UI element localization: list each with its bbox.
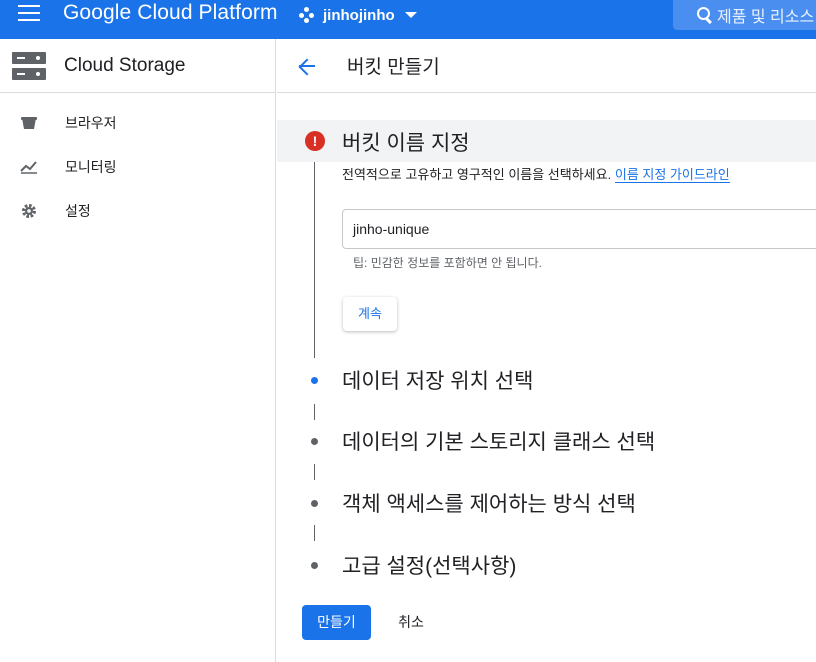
- error-icon: !: [305, 131, 325, 151]
- project-name: jinhojinho: [323, 6, 395, 24]
- step-dot: [311, 562, 318, 569]
- search-bar[interactable]: 제품 및 리소스 검색: [673, 0, 816, 30]
- step-title: 버킷 이름 지정: [342, 132, 470, 155]
- step-label: 데이터 저장 위치 선택: [342, 370, 534, 393]
- sidebar-item-monitoring[interactable]: 모니터링: [0, 145, 275, 189]
- main-content: 버킷 만들기 ! 버킷 이름 지정 전역적으로 고유하고 영구적인 이름을 선택…: [277, 39, 816, 662]
- gear-icon: [20, 202, 38, 220]
- step-dot: [311, 377, 318, 384]
- bucket-name-input[interactable]: jinho-unique: [342, 209, 816, 249]
- sidebar-item-settings[interactable]: 설정: [0, 189, 275, 233]
- naming-guidelines-link[interactable]: 이름 지정 가이드라인: [614, 167, 730, 183]
- step-label: 객체 액세스를 제어하는 방식 선택: [342, 493, 636, 516]
- bucket-icon: [20, 114, 38, 132]
- project-selector[interactable]: jinhojinho: [299, 3, 417, 27]
- stepper-connector: [314, 464, 315, 480]
- step-dot: [311, 438, 318, 445]
- page-title: 버킷 만들기: [347, 57, 440, 78]
- step-label: 데이터의 기본 스토리지 클래스 선택: [342, 431, 656, 454]
- sidebar-item-label: 모니터링: [65, 159, 117, 175]
- description-text: 전역적으로 고유하고 영구적인 이름을 선택하세요.: [342, 167, 612, 182]
- step-description: 전역적으로 고유하고 영구적인 이름을 선택하세요. 이름 지정 가이드라인: [342, 164, 730, 183]
- page-header: 버킷 만들기: [277, 39, 816, 93]
- stepper-connector: [314, 404, 315, 420]
- brand-title[interactable]: Google Cloud Platform: [63, 1, 278, 25]
- sidebar-item-label: 브라우저: [65, 115, 117, 131]
- sidebar-item-browser[interactable]: 브라우저: [0, 101, 275, 145]
- step-dot: [311, 500, 318, 507]
- step-bucket-name-header[interactable]: ! 버킷 이름 지정: [277, 120, 816, 162]
- sidebar: Cloud Storage 브라우저 모니터링 설정: [0, 39, 276, 662]
- back-arrow-icon[interactable]: [295, 54, 319, 78]
- project-icon: [299, 7, 315, 23]
- stepper-connector: [314, 162, 315, 358]
- storage-icon: [12, 51, 46, 80]
- continue-button[interactable]: 계속: [343, 297, 397, 331]
- top-app-bar: Google Cloud Platform jinhojinho 제품 및 리소…: [0, 0, 816, 39]
- input-hint: 팁: 민감한 정보를 포함하면 안 됩니다.: [353, 256, 542, 270]
- menu-icon[interactable]: [18, 5, 40, 21]
- create-button[interactable]: 만들기: [302, 605, 371, 640]
- monitoring-icon: [20, 158, 38, 176]
- sidebar-item-label: 설정: [65, 203, 91, 219]
- step-label: 고급 설정(선택사항): [342, 555, 517, 578]
- search-placeholder: 제품 및 리소스 검색: [717, 9, 816, 26]
- cancel-button[interactable]: 취소: [385, 605, 437, 640]
- stepper-connector: [314, 525, 315, 541]
- caret-down-icon: [404, 12, 417, 18]
- sidebar-header: Cloud Storage: [0, 39, 275, 93]
- sidebar-title: Cloud Storage: [64, 54, 186, 76]
